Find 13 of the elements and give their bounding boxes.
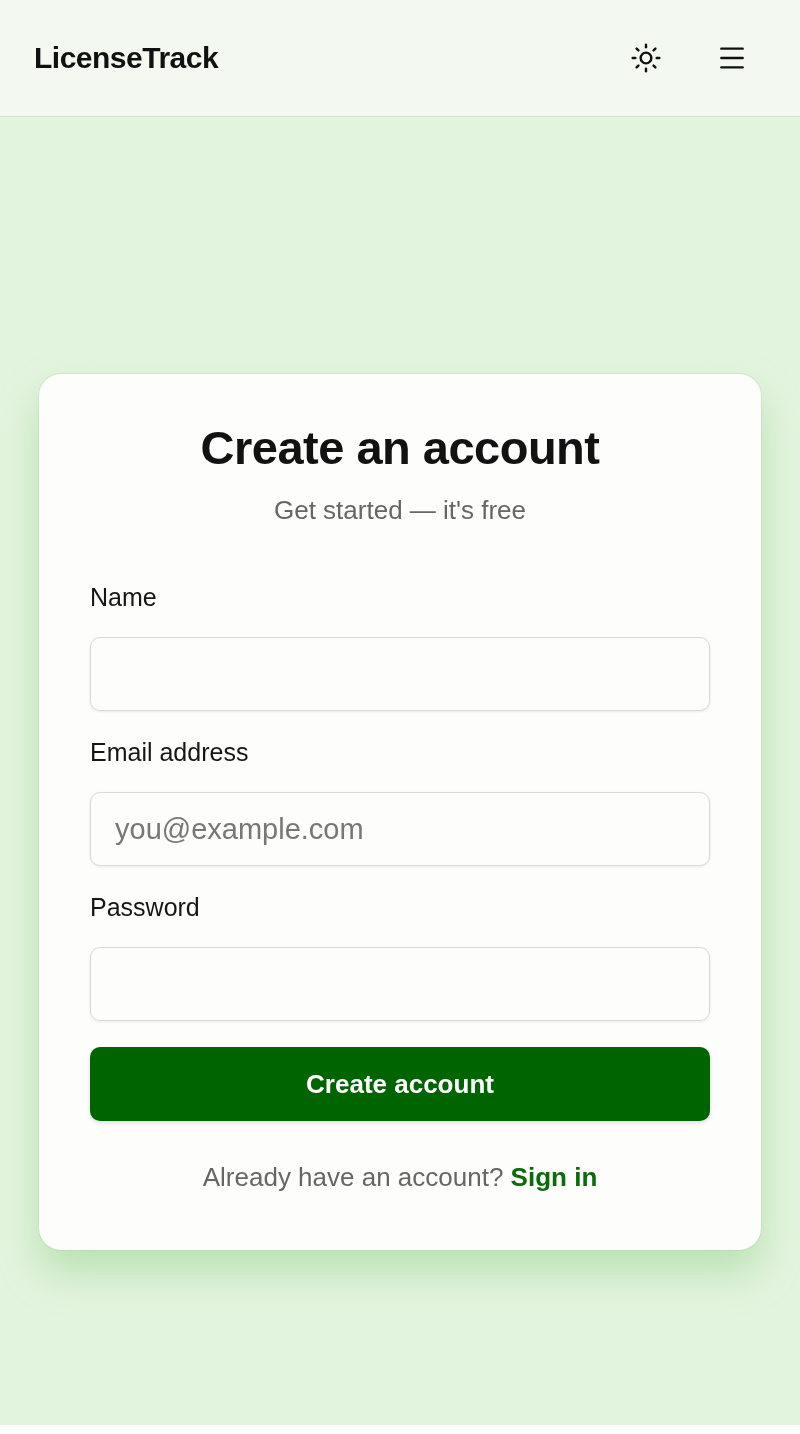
sign-in-prompt: Already have an account? Sign in xyxy=(201,1161,599,1194)
input-field[interactable] xyxy=(90,947,710,1021)
input-field[interactable]: you@example.com xyxy=(90,792,710,866)
create-account-button[interactable]: Create account xyxy=(90,1047,710,1121)
field-label: Email address xyxy=(90,737,250,768)
field-label: Password xyxy=(90,892,201,923)
field-label: Name xyxy=(90,582,158,613)
sun-icon[interactable] xyxy=(630,42,662,74)
card-subtitle: Get started — it's free xyxy=(272,494,528,527)
brand-name[interactable]: LicenseTrack xyxy=(34,41,219,75)
card-title: Create an account xyxy=(199,420,601,476)
input-field[interactable] xyxy=(90,637,710,711)
sign-in-link[interactable]: Sign in xyxy=(510,1162,598,1192)
